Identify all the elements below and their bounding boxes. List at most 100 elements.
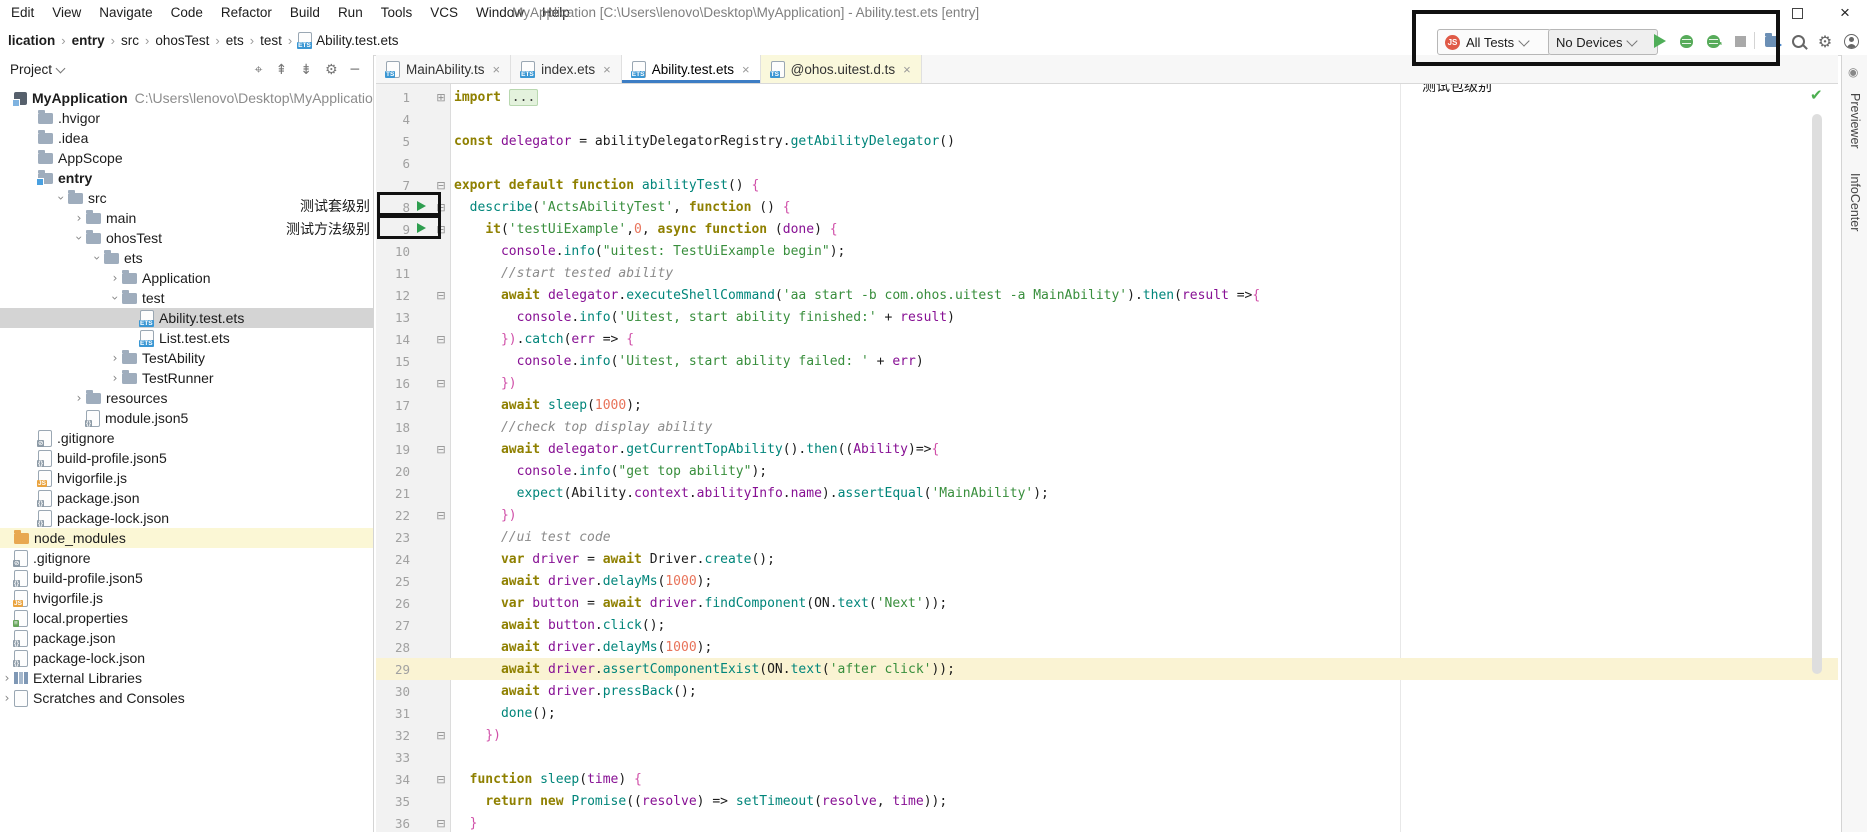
fold-plus-icon[interactable]: ⊞ (432, 91, 450, 104)
editor-scrollbar[interactable] (1812, 114, 1822, 674)
settings-button[interactable]: ⚙ (1815, 32, 1835, 50)
code-line-34[interactable]: 34⊟ function sleep(time) { (376, 768, 1838, 790)
tree-row-appscope[interactable]: AppScope (0, 148, 373, 168)
code-line-33[interactable]: 33 (376, 746, 1838, 768)
fold-minus-icon[interactable]: ⊟ (432, 289, 450, 302)
menu-item-build[interactable]: Build (281, 0, 329, 26)
code-line-16[interactable]: 16⊟ }) (376, 372, 1838, 394)
tree-row-package-json[interactable]: {}package.json (0, 488, 373, 508)
breadcrumb-item-ohostest[interactable]: ohosTest (153, 33, 211, 48)
fold-minus-icon[interactable]: ⊟ (432, 223, 450, 236)
run-button[interactable] (1650, 32, 1670, 50)
fold-minus-icon[interactable]: ⊟ (432, 333, 450, 346)
tree-row-scratches-and-consoles[interactable]: ›Scratches and Consoles (0, 688, 373, 708)
close-tab-icon[interactable]: × (493, 62, 501, 77)
code-line-5[interactable]: 5const delegator = abilityDelegatorRegis… (376, 130, 1838, 152)
settings-icon[interactable]: ⚙ (325, 62, 338, 78)
tree-row-external-libraries[interactable]: ›External Libraries (0, 668, 373, 688)
code-line-35[interactable]: 35 return new Promise((resolve) => setTi… (376, 790, 1838, 812)
restore-window-button[interactable] (1782, 4, 1812, 22)
code-line-26[interactable]: 26 var button = await driver.findCompone… (376, 592, 1838, 614)
fold-minus-icon[interactable]: ⊟ (432, 443, 450, 456)
menu-item-edit[interactable]: Edit (2, 0, 43, 26)
tree-row-ability-test-ets[interactable]: ETSAbility.test.ets (0, 308, 373, 328)
tree-row-ets[interactable]: ›ets (0, 248, 373, 268)
code-line-28[interactable]: 28 await driver.delayMs(1000); (376, 636, 1838, 658)
tree-row-application[interactable]: ›Application (0, 268, 373, 288)
breadcrumb-item-ability-test-ets[interactable]: ETSAbility.test.ets (296, 32, 400, 49)
breadcrumb-item-src[interactable]: src (119, 33, 141, 48)
tree-row-test[interactable]: ›test (0, 288, 373, 308)
code-line-7[interactable]: 7⊟export default function abilityTest() … (376, 174, 1838, 196)
breadcrumb-item-lication[interactable]: lication (6, 33, 57, 48)
code-line-15[interactable]: 15 console.info('Uitest, start ability f… (376, 350, 1838, 372)
breadcrumb-item-test[interactable]: test (258, 33, 284, 48)
tree-row-build-profile-json5[interactable]: {}build-profile.json5 (0, 568, 373, 588)
tab-ability-test-ets[interactable]: ETSAbility.test.ets× (622, 55, 761, 83)
tree-row-module-json5[interactable]: {}module.json5 (0, 408, 373, 428)
breadcrumb-item-ets[interactable]: ets (224, 33, 246, 48)
code-line-1[interactable]: 1⊞import ... (376, 86, 1838, 108)
code-line-25[interactable]: 25 await driver.delayMs(1000); (376, 570, 1838, 592)
tree-row-myapplication[interactable]: MyApplicationC:\Users\lenovo\Desktop\MyA… (0, 88, 373, 108)
code-line-19[interactable]: 19⊟ await delegator.getCurrentTopAbility… (376, 438, 1838, 460)
chevron-closed-icon[interactable]: › (108, 351, 122, 365)
tree-row-package-lock-json[interactable]: {}package-lock.json (0, 648, 373, 668)
run-test-button[interactable] (410, 222, 432, 237)
project-view-dropdown[interactable]: Project (0, 62, 64, 77)
account-button[interactable] (1841, 32, 1861, 50)
eye-icon[interactable]: ◉ (1848, 65, 1858, 79)
stop-button[interactable] (1730, 32, 1750, 50)
close-tab-icon[interactable]: × (903, 62, 911, 77)
code-line-24[interactable]: 24 var driver = await Driver.create(); (376, 548, 1838, 570)
menu-item-code[interactable]: Code (162, 0, 212, 26)
run-test-button[interactable] (410, 200, 432, 215)
code-line-31[interactable]: 31 done(); (376, 702, 1838, 724)
collapse-all-icon[interactable]: ⇟ (300, 62, 312, 78)
code-line-21[interactable]: 21 expect(Ability.context.abilityInfo.na… (376, 482, 1838, 504)
fold-minus-icon[interactable]: ⊟ (432, 817, 450, 830)
code-line-10[interactable]: 10 console.info("uitest: TestUiExample b… (376, 240, 1838, 262)
code-line-18[interactable]: 18 //check top display ability (376, 416, 1838, 438)
tree-row--gitignore[interactable]: ⊘.gitignore (0, 428, 373, 448)
code-line-17[interactable]: 17 await sleep(1000); (376, 394, 1838, 416)
menu-item-tools[interactable]: Tools (372, 0, 422, 26)
chevron-closed-icon[interactable]: › (72, 211, 86, 225)
code-line-11[interactable]: 11 //start tested ability (376, 262, 1838, 284)
chevron-open-icon[interactable]: › (108, 291, 122, 305)
code-line-13[interactable]: 13 console.info('Uitest, start ability f… (376, 306, 1838, 328)
code-line-32[interactable]: 32⊟ }) (376, 724, 1838, 746)
tool-window-previewer[interactable]: Previewer (1848, 93, 1862, 149)
code-line-20[interactable]: 20 console.info("get top ability"); (376, 460, 1838, 482)
menu-item-navigate[interactable]: Navigate (90, 0, 161, 26)
profile-run-button[interactable] (1762, 32, 1782, 50)
menu-item-run[interactable]: Run (329, 0, 372, 26)
tree-row-package-lock-json[interactable]: {}package-lock.json (0, 508, 373, 528)
code-line-23[interactable]: 23 //ui test code (376, 526, 1838, 548)
code-line-14[interactable]: 14⊟ }).catch(err => { (376, 328, 1838, 350)
code-line-36[interactable]: 36⊟ } (376, 812, 1838, 832)
fold-minus-icon[interactable]: ⊟ (432, 773, 450, 786)
code-line-12[interactable]: 12⊟ await delegator.executeShellCommand(… (376, 284, 1838, 306)
code-line-8[interactable]: 8⊟ describe('ActsAbilityTest', function … (376, 196, 1838, 218)
chevron-open-icon[interactable]: › (54, 191, 68, 205)
code-line-4[interactable]: 4 (376, 108, 1838, 130)
search-everywhere-button[interactable] (1788, 32, 1808, 50)
tree-row--gitignore[interactable]: ⊘.gitignore (0, 548, 373, 568)
tree-row-resources[interactable]: ›resources (0, 388, 373, 408)
run-config-dropdown[interactable]: JS All Tests (1437, 29, 1551, 55)
code-line-30[interactable]: 30 await driver.pressBack(); (376, 680, 1838, 702)
tree-row--idea[interactable]: .idea (0, 128, 373, 148)
tree-row-testrunner[interactable]: ›TestRunner (0, 368, 373, 388)
chevron-open-icon[interactable]: › (90, 251, 104, 265)
tab--ohos-uitest-d-ts[interactable]: TS@ohos.uitest.d.ts× (761, 55, 922, 83)
tab-index-ets[interactable]: ETSindex.ets× (511, 55, 622, 83)
tree-row--hvigor[interactable]: .hvigor (0, 108, 373, 128)
code-line-29[interactable]: 29 await driver.assertComponentExist(ON.… (376, 658, 1838, 680)
tab-mainability-ts[interactable]: TSMainAbility.ts× (376, 55, 511, 83)
tree-row-node-modules[interactable]: node_modules (0, 528, 373, 548)
code-line-27[interactable]: 27 await button.click(); (376, 614, 1838, 636)
code-editor[interactable]: 1⊞import ...45const delegator = abilityD… (376, 84, 1838, 832)
tree-row-testability[interactable]: ›TestAbility (0, 348, 373, 368)
fold-minus-icon[interactable]: ⊟ (432, 179, 450, 192)
